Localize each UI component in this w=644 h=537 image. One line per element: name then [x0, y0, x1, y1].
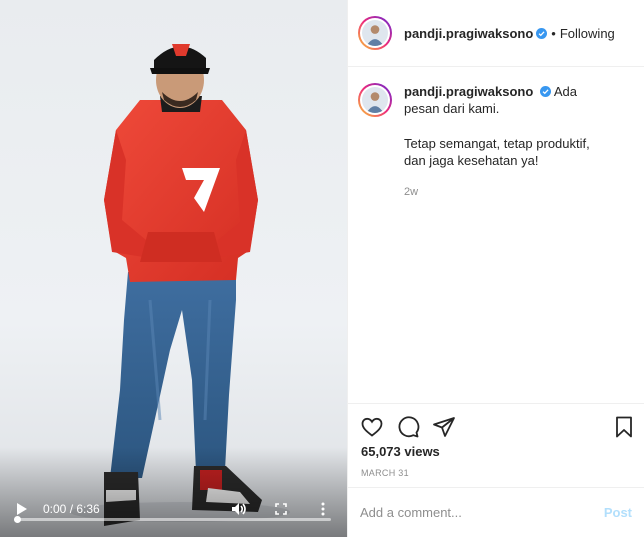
verified-badge-icon — [539, 86, 551, 97]
header-separator-dot: • — [551, 25, 556, 41]
verified-badge-icon — [536, 27, 548, 39]
more-options-button[interactable] — [316, 500, 330, 518]
caption-username[interactable]: pandji.pragiwaksono — [404, 84, 533, 99]
comment-icon — [398, 416, 420, 438]
post-comment-button[interactable]: Post — [604, 505, 632, 520]
volume-icon — [232, 503, 246, 515]
paper-plane-icon — [433, 417, 455, 437]
header-username[interactable]: pandji.pragiwaksono — [404, 26, 533, 41]
comment-button[interactable] — [396, 415, 420, 439]
like-button[interactable] — [360, 415, 384, 439]
caption-timestamp[interactable]: 2w — [404, 184, 614, 201]
comment-input[interactable] — [360, 505, 604, 520]
fullscreen-icon — [275, 503, 287, 515]
post-side-panel: pandji.pragiwaksono • Following pandji.p… — [347, 0, 644, 537]
play-icon — [17, 503, 27, 515]
post-header: pandji.pragiwaksono • Following — [348, 0, 644, 67]
heart-icon — [361, 417, 383, 437]
bookmark-icon — [616, 416, 632, 438]
instagram-post-modal: 0:00 / 6:36 pandji.pragiwaksono • Follow… — [0, 0, 644, 537]
view-count[interactable]: 65,073 views — [361, 444, 440, 459]
seek-bar[interactable] — [14, 516, 331, 523]
caption-text: pandji.pragiwaksono Ada pesan dari kami.… — [404, 83, 614, 201]
video-player[interactable]: 0:00 / 6:36 — [0, 0, 347, 537]
caption-avatar-image — [362, 87, 388, 113]
avatar[interactable] — [358, 16, 392, 50]
fullscreen-button[interactable] — [272, 500, 290, 518]
post-date[interactable]: MARCH 31 — [361, 468, 409, 478]
add-comment-bar: Post — [348, 487, 644, 537]
volume-button[interactable] — [229, 500, 249, 518]
caption-avatar[interactable] — [358, 83, 392, 117]
caption-comment: pandji.pragiwaksono Ada pesan dari kami.… — [358, 83, 634, 201]
following-button[interactable]: Following — [560, 26, 615, 41]
post-actions — [348, 403, 644, 449]
seek-handle[interactable] — [14, 516, 21, 523]
video-time: 0:00 / 6:36 — [43, 502, 100, 516]
video-controls-shade — [0, 447, 347, 537]
play-button[interactable] — [12, 500, 32, 518]
more-vertical-icon — [321, 502, 325, 516]
share-button[interactable] — [432, 415, 456, 439]
caption-line-2: Tetap semangat, tetap produktif, dan jag… — [404, 136, 590, 168]
avatar-image — [362, 20, 388, 46]
save-button[interactable] — [612, 415, 636, 439]
